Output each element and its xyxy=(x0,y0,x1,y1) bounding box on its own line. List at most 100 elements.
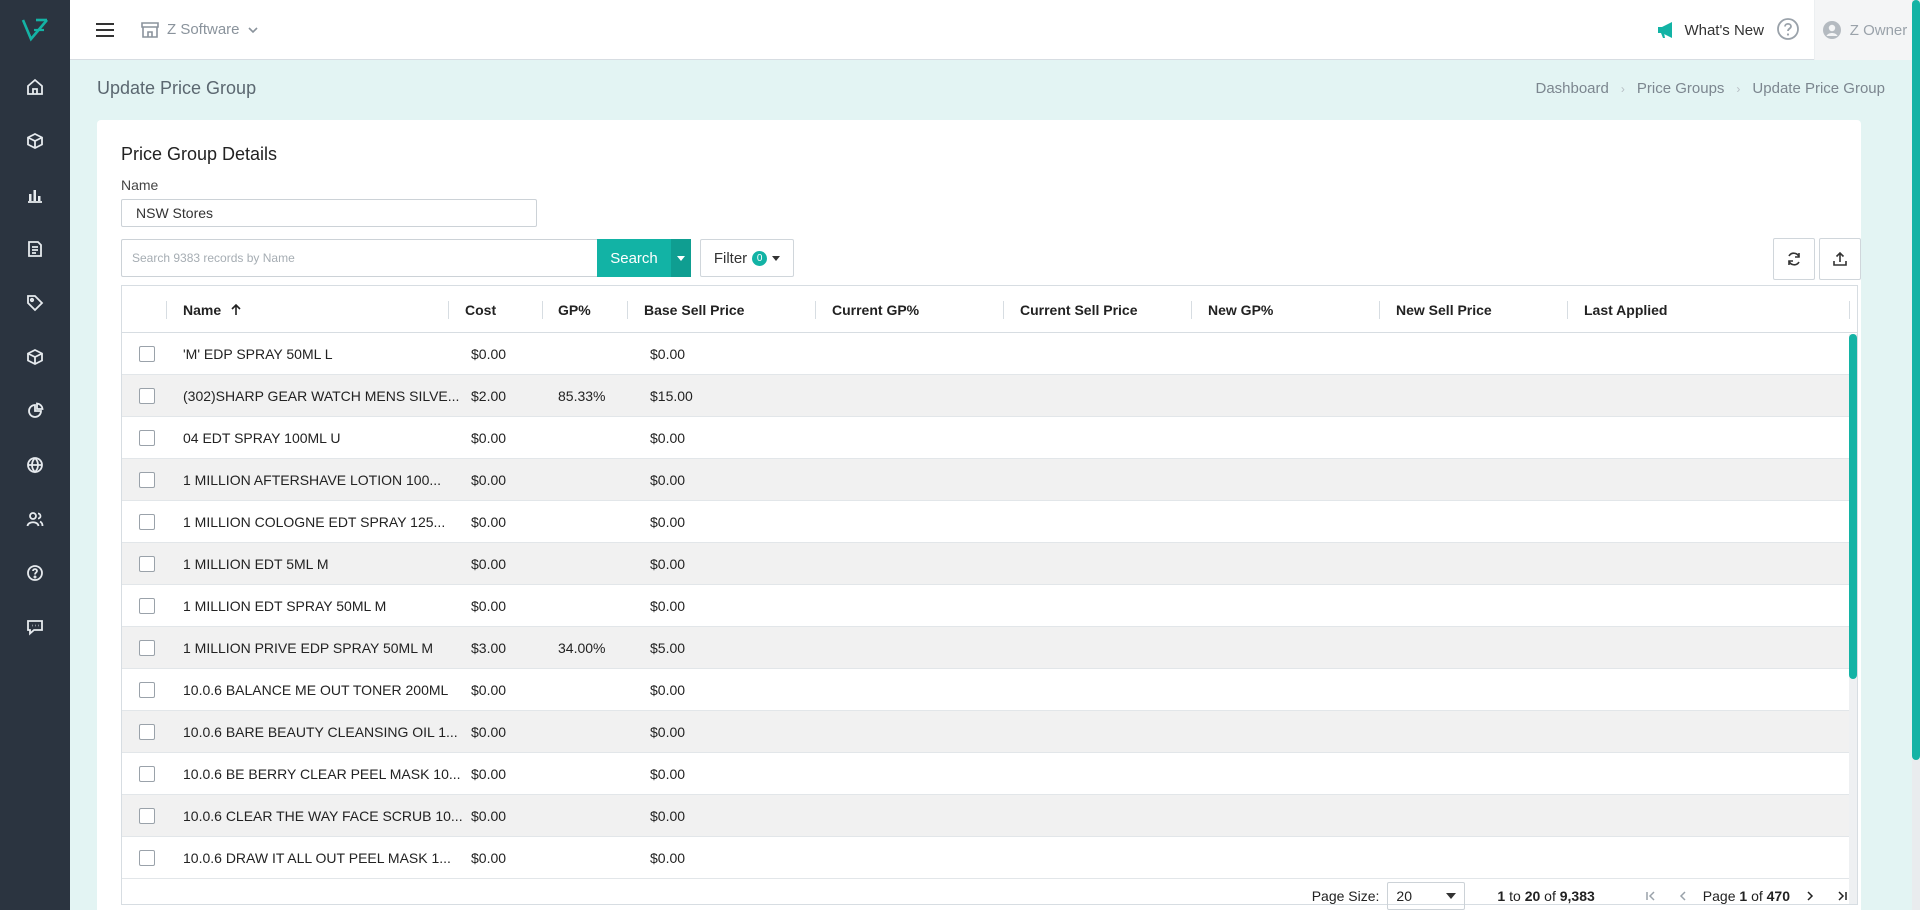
company-name: Z Software xyxy=(167,21,240,38)
sidebar-item-reports[interactable] xyxy=(0,168,70,222)
user-name: Z Owner xyxy=(1849,21,1908,39)
column-separator xyxy=(542,301,543,319)
page-size-select[interactable]: 20 xyxy=(1387,882,1466,910)
sidebar-item-inventory[interactable] xyxy=(0,330,70,384)
last-page-button[interactable] xyxy=(1826,890,1858,902)
cell-base-sell-price: $0.00 xyxy=(650,514,686,530)
column-header-gp[interactable]: GP% xyxy=(558,286,591,333)
row-checkbox[interactable] xyxy=(139,472,155,488)
sidebar-item-pricing[interactable] xyxy=(0,276,70,330)
range-total: 9,383 xyxy=(1559,888,1595,904)
column-header-base-sell-price[interactable]: Base Sell Price xyxy=(644,286,744,333)
total-pages: 470 xyxy=(1766,888,1790,904)
breadcrumb-separator: › xyxy=(1620,81,1625,96)
home-icon xyxy=(27,78,43,95)
price-grid: Name Cost GP% Base Sell Price Current GP… xyxy=(121,285,1858,905)
sidebar-item-feedback[interactable] xyxy=(0,600,70,654)
tag-icon xyxy=(27,295,44,312)
column-header-current-sell-price[interactable]: Current Sell Price xyxy=(1020,286,1138,333)
table-row[interactable]: 04 EDT SPRAY 100ML U $0.00 $0.00 xyxy=(122,417,1857,459)
search-options-button[interactable] xyxy=(671,239,691,277)
table-row[interactable]: 10.0.6 BALANCE ME OUT TONER 200ML $0.00 $0… xyxy=(122,669,1857,711)
menu-toggle-button[interactable] xyxy=(70,0,140,60)
range-to-word: to xyxy=(1509,888,1521,904)
table-row[interactable]: 1 MILLION COLOGNE EDT SPRAY 125... $0.00 $… xyxy=(122,501,1857,543)
table-row[interactable]: 1 MILLION AFTERSHAVE LOTION 100... $0.00 $… xyxy=(122,459,1857,501)
table-row[interactable]: 1 MILLION EDT 5ML M $0.00 $0.00 xyxy=(122,543,1857,585)
refresh-button[interactable] xyxy=(1773,238,1815,280)
row-checkbox[interactable] xyxy=(139,766,155,782)
cell-base-sell-price: $0.00 xyxy=(650,472,686,488)
export-button[interactable] xyxy=(1819,238,1861,280)
whats-new-button[interactable]: What's New xyxy=(1656,21,1764,39)
cell-name: 1 MILLION EDT 5ML M xyxy=(183,556,329,572)
cell-cost: $2.00 xyxy=(471,388,507,404)
breadcrumb-price-groups[interactable]: Price Groups xyxy=(1637,80,1725,97)
sidebar-item-help[interactable] xyxy=(0,546,70,600)
row-checkbox[interactable] xyxy=(139,346,155,362)
page-of-word: of xyxy=(1751,888,1763,904)
table-row[interactable]: 10.0.6 BARE BEAUTY CLEANSING OIL 1... $0.… xyxy=(122,711,1857,753)
next-page-button[interactable] xyxy=(1794,890,1826,902)
column-separator xyxy=(815,301,816,319)
row-checkbox[interactable] xyxy=(139,808,155,824)
row-checkbox[interactable] xyxy=(139,514,155,530)
cell-name: 1 MILLION AFTERSHAVE LOTION 100... xyxy=(183,472,442,488)
sidebar-item-home[interactable] xyxy=(0,60,70,114)
search-input[interactable] xyxy=(121,239,597,277)
card-title: Price Group Details xyxy=(121,144,278,164)
previous-page-button[interactable] xyxy=(1667,890,1699,902)
topbar: Z Software What's New Z Owner xyxy=(70,0,1914,60)
whats-new-label: What's New xyxy=(1684,21,1764,39)
app-logo[interactable] xyxy=(0,0,70,60)
column-header-current-gp[interactable]: Current GP% xyxy=(832,286,919,333)
caret-down-icon xyxy=(677,255,685,261)
name-input[interactable] xyxy=(121,199,537,227)
table-row[interactable]: 'M' EDP SPRAY 50ML L $0.00 $0.00 xyxy=(122,333,1857,375)
search-button[interactable]: Search xyxy=(597,239,671,277)
table-row[interactable]: (302)SHARP GEAR WATCH MENS SILVE... $2.00… xyxy=(122,375,1857,417)
megaphone-icon xyxy=(1658,22,1673,38)
caret-down-icon xyxy=(772,255,781,261)
page-scrollbar[interactable] xyxy=(1912,0,1920,910)
column-header-cost[interactable]: Cost xyxy=(465,286,496,333)
row-checkbox[interactable] xyxy=(139,556,155,572)
sidebar-item-invoices[interactable] xyxy=(0,222,70,276)
filter-button[interactable]: Filter 0 xyxy=(700,239,794,277)
table-row[interactable]: 1 MILLION PRIVE EDP SPRAY 50ML M $3.00 34.… xyxy=(122,627,1857,669)
first-page-icon xyxy=(1646,891,1655,901)
row-checkbox[interactable] xyxy=(139,430,155,446)
grid-scrollbar[interactable] xyxy=(1849,334,1857,904)
cell-cost: $0.00 xyxy=(471,808,507,824)
sidebar-item-products[interactable] xyxy=(0,114,70,168)
chat-icon xyxy=(27,620,43,636)
cell-base-sell-price: $0.00 xyxy=(650,556,686,572)
grid-scrollbar-thumb[interactable] xyxy=(1849,334,1857,679)
table-row[interactable]: 10.0.6 BE BERRY CLEAR PEEL MASK 10... $0.… xyxy=(122,753,1857,795)
globe-icon xyxy=(27,457,43,474)
column-header-new-gp[interactable]: New GP% xyxy=(1208,286,1273,333)
column-separator xyxy=(1003,301,1004,319)
cell-cost: $0.00 xyxy=(471,766,507,782)
user-menu[interactable]: Z Owner xyxy=(1814,0,1914,60)
column-header-name[interactable]: Name xyxy=(183,286,243,333)
column-header-last-applied[interactable]: Last Applied xyxy=(1584,286,1668,333)
row-checkbox[interactable] xyxy=(139,388,155,404)
hamburger-icon xyxy=(96,22,114,37)
table-row[interactable]: 10.0.6 CLEAR THE WAY FACE SCRUB 10... $0.… xyxy=(122,795,1857,837)
sidebar-item-customers[interactable] xyxy=(0,492,70,546)
column-header-new-sell-price[interactable]: New Sell Price xyxy=(1396,286,1492,333)
row-checkbox[interactable] xyxy=(139,724,155,740)
company-selector[interactable]: Z Software xyxy=(140,21,259,39)
first-page-button[interactable] xyxy=(1635,890,1667,902)
table-row[interactable]: 1 MILLION EDT SPRAY 50ML M $0.00 $0.00 xyxy=(122,585,1857,627)
row-checkbox[interactable] xyxy=(139,850,155,866)
sidebar-item-web[interactable] xyxy=(0,438,70,492)
page-scrollbar-thumb[interactable] xyxy=(1912,0,1920,760)
row-checkbox[interactable] xyxy=(139,598,155,614)
breadcrumb-dashboard[interactable]: Dashboard xyxy=(1535,80,1608,97)
help-button[interactable] xyxy=(1776,17,1800,44)
row-checkbox[interactable] xyxy=(139,682,155,698)
sidebar-item-analytics[interactable] xyxy=(0,384,70,438)
row-checkbox[interactable] xyxy=(139,640,155,656)
